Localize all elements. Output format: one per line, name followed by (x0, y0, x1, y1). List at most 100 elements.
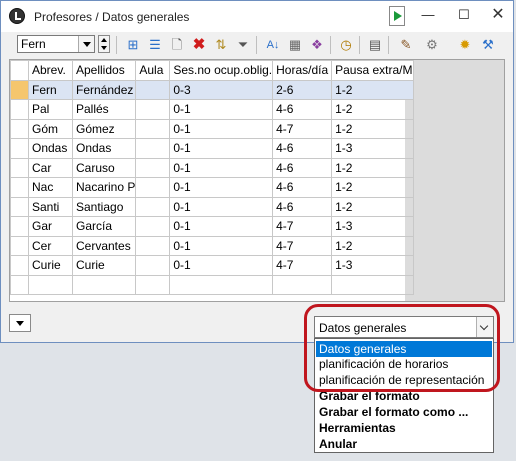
table-cell[interactable] (135, 138, 171, 159)
row-indicator[interactable] (10, 255, 29, 276)
wrench-icon[interactable]: ⚒ (479, 36, 497, 54)
table-cell[interactable]: Santi (28, 196, 73, 217)
table-cell[interactable]: Pallés (71, 99, 137, 120)
fields-icon[interactable]: ▦ (286, 36, 304, 54)
table-cell[interactable]: 4-6 (272, 196, 333, 217)
column-header[interactable]: Ses.no ocup.oblig. (169, 60, 274, 81)
gears-icon[interactable]: ❖ (308, 36, 326, 54)
table-cell[interactable] (135, 118, 171, 139)
table-row[interactable]: Pal Pallés 0-1 4-6 1-2 (10, 99, 415, 120)
clock-icon[interactable]: ◷ (337, 36, 355, 54)
table-cell[interactable]: 0-1 (169, 157, 274, 178)
delete-icon[interactable]: ✖ (190, 36, 208, 54)
column-header[interactable]: Pausa extra/M (331, 60, 415, 81)
chevron-down-icon[interactable] (78, 36, 94, 52)
table-cell[interactable] (135, 99, 171, 120)
settings-gear-icon[interactable]: ⚙ (423, 36, 441, 54)
column-header[interactable]: Abrev. (28, 60, 73, 81)
table-cell[interactable]: 1-3 (331, 255, 415, 276)
table-cell[interactable] (272, 274, 333, 295)
table-cell[interactable]: 4-6 (272, 177, 333, 198)
new-icon[interactable]: 🗋 (168, 36, 186, 54)
table-cell[interactable]: Góm (28, 118, 73, 139)
column-header[interactable]: Aula (135, 60, 171, 81)
grid-icon[interactable]: ⊞ (124, 36, 142, 54)
table-cell[interactable] (135, 255, 171, 276)
maximize-button[interactable]: ☐ (451, 5, 477, 25)
table-cell[interactable] (331, 274, 415, 295)
dropdown-option[interactable]: planificación de horarios (316, 356, 492, 372)
row-indicator[interactable] (10, 157, 29, 178)
row-indicator[interactable] (10, 235, 29, 256)
layout-dropdown-button[interactable] (9, 314, 31, 332)
table-cell[interactable]: Ondas (71, 138, 137, 159)
dropdown-option[interactable]: planificación de representación (316, 372, 492, 388)
sort-alpha-icon[interactable]: A↓ (264, 36, 282, 54)
table-row[interactable]: Góm Gómez 0-1 4-7 1-2 (10, 118, 415, 139)
calendar-icon[interactable]: ▤ (366, 36, 384, 54)
table-cell[interactable] (135, 235, 171, 256)
table-cell[interactable]: 4-6 (272, 157, 333, 178)
table-cell[interactable]: Fernández (71, 79, 137, 100)
dropdown-option[interactable]: Grabar el formato como ... (316, 404, 492, 420)
table-cell[interactable] (135, 79, 171, 100)
row-indicator[interactable] (10, 138, 29, 159)
minimize-button[interactable]: — (415, 5, 441, 25)
table-row[interactable]: Santi Santiago 0-1 4-6 1-2 (10, 196, 415, 217)
table-row[interactable]: Car Caruso 0-1 4-6 1-2 (10, 157, 415, 178)
table-cell[interactable]: 0-1 (169, 196, 274, 217)
table-cell[interactable]: Nacarino P (71, 177, 137, 198)
spin-updown-icon[interactable] (98, 35, 110, 53)
table-cell[interactable]: 1-2 (331, 177, 415, 198)
column-header[interactable]: Horas/día (272, 60, 333, 81)
table-row[interactable]: Cer Cervantes 0-1 4-7 1-2 (10, 235, 415, 256)
table-cell[interactable]: Fern (28, 79, 73, 100)
table-cell[interactable]: 4-7 (272, 255, 333, 276)
sort-icon[interactable]: ⇅ (212, 36, 230, 54)
filter-icon[interactable]: ⏷ (234, 36, 252, 54)
row-indicator[interactable] (10, 118, 29, 139)
chevron-down-icon[interactable] (476, 317, 493, 337)
row-indicator[interactable] (10, 79, 29, 100)
table-cell[interactable]: 2-6 (272, 79, 333, 100)
table-cell[interactable]: Santiago (71, 196, 137, 217)
row-indicator[interactable] (10, 177, 29, 198)
columns-icon[interactable]: ☰ (146, 36, 164, 54)
table-cell[interactable]: Caruso (71, 157, 137, 178)
table-cell[interactable]: 4-6 (272, 138, 333, 159)
row-indicator[interactable] (10, 99, 29, 120)
element-combo[interactable]: Fern (17, 35, 95, 53)
table-row[interactable]: Fern Fernández 0-3 2-6 1-2 (10, 79, 415, 100)
row-indicator[interactable] (10, 274, 29, 295)
table-cell[interactable]: 0-1 (169, 118, 274, 139)
table-cell[interactable]: García (71, 216, 137, 237)
table-cell[interactable] (135, 216, 171, 237)
table-cell[interactable]: 0-1 (169, 255, 274, 276)
table-cell[interactable]: 4-7 (272, 216, 333, 237)
table-cell[interactable]: 1-2 (331, 196, 415, 217)
star-gear-icon[interactable]: ✹ (456, 36, 474, 54)
table-cell[interactable] (135, 157, 171, 178)
dropdown-option[interactable]: Grabar el formato (316, 388, 492, 404)
table-cell[interactable]: 0-1 (169, 216, 274, 237)
table-cell[interactable]: Cer (28, 235, 73, 256)
table-cell[interactable] (71, 274, 137, 295)
table-row[interactable]: Ondas Ondas 0-1 4-6 1-3 (10, 138, 415, 159)
table-cell[interactable]: 1-2 (331, 99, 415, 120)
table-cell[interactable]: 0-1 (169, 235, 274, 256)
table-cell[interactable] (169, 274, 274, 295)
close-button[interactable]: ✕ (485, 5, 511, 25)
table-cell[interactable]: 1-3 (331, 138, 415, 159)
table-cell[interactable]: 0-1 (169, 177, 274, 198)
table-row[interactable]: Curie Curie 0-1 4-7 1-3 (10, 255, 415, 276)
column-header[interactable]: Apellidos (71, 60, 137, 81)
table-row[interactable] (10, 274, 415, 295)
table-cell[interactable]: 1-2 (331, 118, 415, 139)
play-icon[interactable] (389, 6, 405, 26)
table-cell[interactable]: 0-3 (169, 79, 274, 100)
table-cell[interactable]: 4-6 (272, 99, 333, 120)
dropdown-option[interactable]: Anular (316, 436, 492, 452)
table-cell[interactable]: Gar (28, 216, 73, 237)
table-cell[interactable]: Nac (28, 177, 73, 198)
table-cell[interactable]: Ondas (28, 138, 73, 159)
